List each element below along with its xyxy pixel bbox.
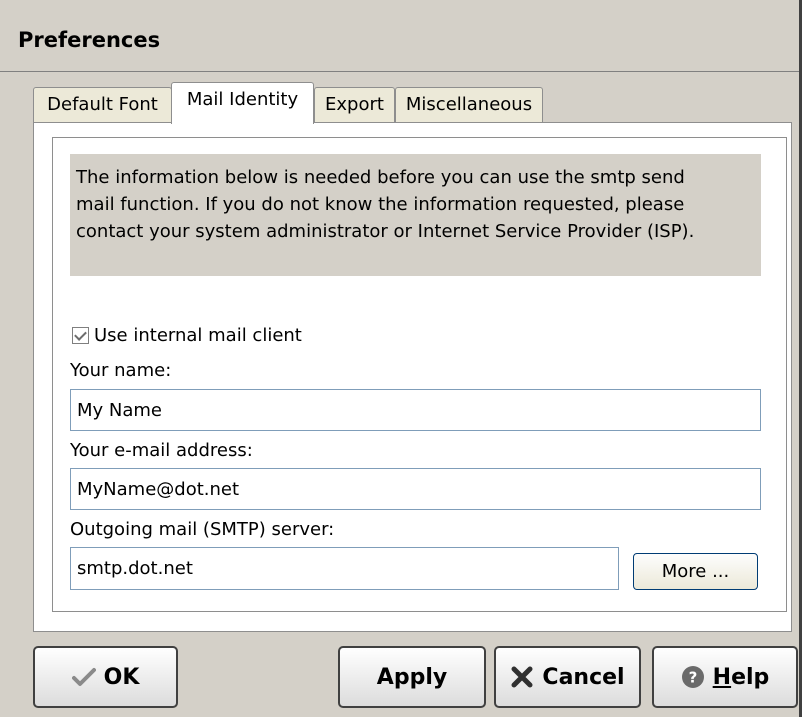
- cancel-button-label: Cancel: [542, 664, 625, 690]
- tab-default-font[interactable]: Default Font: [33, 87, 172, 123]
- name-field[interactable]: My Name: [70, 389, 761, 431]
- name-field-value: My Name: [77, 399, 163, 421]
- use-internal-mail-client-checkbox[interactable]: [72, 327, 89, 344]
- email-field[interactable]: MyName@dot.net: [70, 468, 761, 510]
- help-button[interactable]: ? Help: [652, 646, 798, 708]
- cancel-button[interactable]: Cancel: [494, 646, 641, 708]
- question-icon: ?: [681, 665, 705, 689]
- tab-default-font-label: Default Font: [47, 94, 158, 115]
- title-divider: [0, 71, 799, 72]
- help-button-label: Help: [713, 665, 770, 690]
- info-line-2: mail function. If you do not know the in…: [76, 194, 685, 215]
- checkmark-icon: [71, 667, 96, 687]
- tab-export[interactable]: Export: [314, 87, 395, 123]
- tab-miscellaneous[interactable]: Miscellaneous: [395, 87, 543, 123]
- x-icon: [510, 665, 534, 689]
- help-button-accelerator: H: [712, 664, 732, 690]
- tab-mail-identity[interactable]: Mail Identity: [171, 82, 314, 124]
- title-bar[interactable]: Preferences: [0, 0, 799, 72]
- more-button[interactable]: More ...: [633, 553, 758, 590]
- info-line-3: contact your system administrator or Int…: [76, 221, 695, 242]
- email-label: Your e-mail address:: [70, 440, 253, 461]
- smtp-label: Outgoing mail (SMTP) server:: [70, 519, 335, 540]
- preferences-dialog: Preferences Default Font Mail Identity E…: [0, 0, 802, 717]
- smtp-server-value: smtp.dot.net: [77, 558, 193, 579]
- tab-export-label: Export: [325, 94, 384, 115]
- info-line-1: The information below is needed before y…: [76, 167, 685, 188]
- ok-button[interactable]: OK: [33, 646, 178, 708]
- name-label: Your name:: [70, 360, 172, 381]
- window-title: Preferences: [18, 28, 161, 52]
- info-box: The information below is needed before y…: [70, 154, 761, 276]
- more-button-label: More ...: [661, 561, 730, 582]
- svg-text:?: ?: [688, 669, 697, 687]
- tab-miscellaneous-label: Miscellaneous: [405, 94, 533, 115]
- smtp-server-field[interactable]: smtp.dot.net: [70, 547, 619, 590]
- email-field-value: MyName@dot.net: [77, 478, 240, 500]
- tab-mail-identity-label: Mail Identity: [186, 89, 299, 110]
- apply-button-label: Apply: [376, 664, 448, 690]
- ok-button-label: OK: [103, 664, 140, 690]
- help-button-label-rest: elp: [731, 664, 770, 690]
- use-internal-mail-client-label: Use internal mail client: [94, 325, 302, 346]
- apply-button[interactable]: Apply: [338, 646, 486, 708]
- use-internal-mail-client-row[interactable]: Use internal mail client: [72, 325, 302, 346]
